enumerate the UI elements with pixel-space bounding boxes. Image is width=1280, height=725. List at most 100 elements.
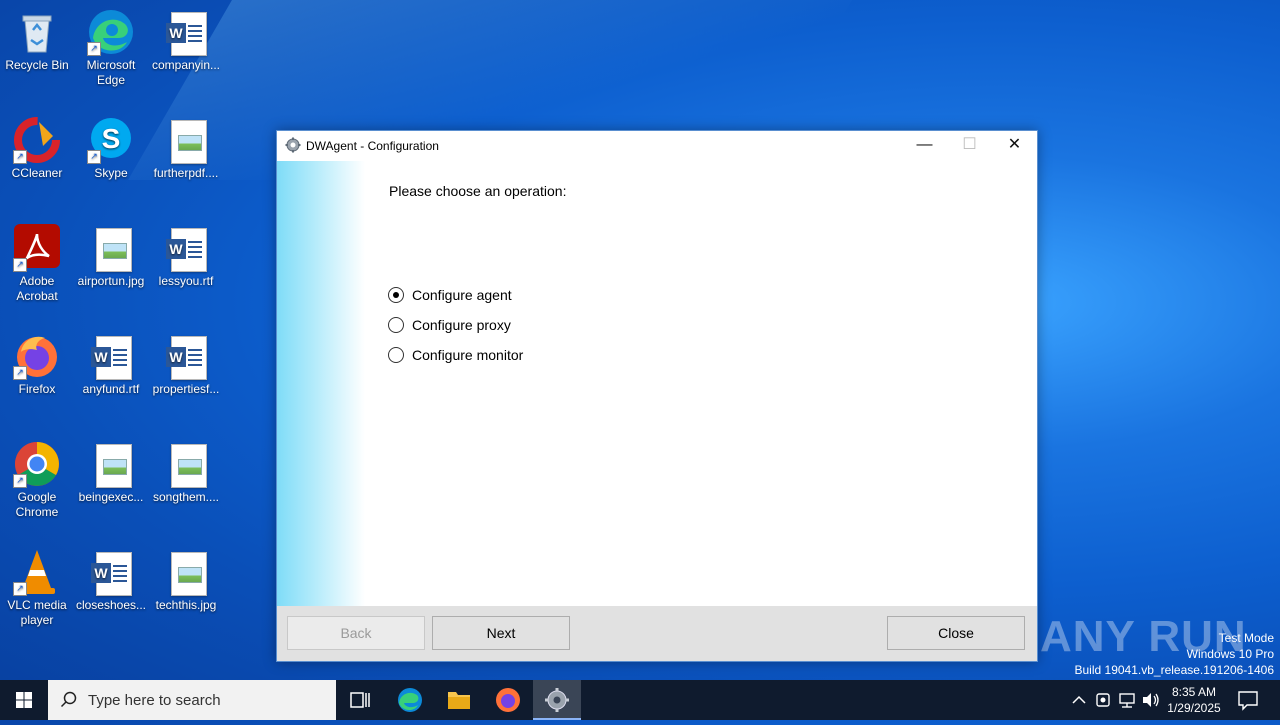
desktop-icon-google-chrome[interactable]: ↗ Google Chrome: [0, 440, 74, 520]
firefox-icon: [496, 688, 520, 712]
taskbar-clock[interactable]: 8:35 AM 1/29/2025: [1160, 684, 1228, 716]
ccleaner-icon: ↗: [13, 116, 61, 164]
operation-prompt: Please choose an operation:: [389, 183, 567, 199]
desktop-icon-label: furtherpdf....: [153, 166, 219, 180]
desktop-icon-label: propertiesf...: [152, 382, 220, 396]
next-button[interactable]: Next: [432, 616, 570, 650]
word-doc-icon: W: [87, 332, 135, 380]
word-doc-icon: W: [162, 332, 210, 380]
word-doc-icon: W: [162, 224, 210, 272]
show-hidden-icons-button[interactable]: [1068, 680, 1090, 720]
acrobat-icon: ↗: [13, 224, 61, 272]
desktop-icon-propertiesf[interactable]: W propertiesf...: [149, 332, 223, 397]
search-placeholder: Type here to search: [88, 692, 221, 709]
back-button[interactable]: Back: [287, 616, 425, 650]
desktop-icon-vlc[interactable]: ↗ VLC media player: [0, 548, 74, 628]
desktop-icon-microsoft-edge[interactable]: ↗ Microsoft Edge: [74, 8, 148, 88]
desktop-icon-airportun[interactable]: airportun.jpg: [74, 224, 148, 289]
task-view-button[interactable]: [336, 680, 384, 720]
image-file-icon: [162, 548, 210, 596]
desktop-icon-label: Adobe Acrobat: [16, 274, 58, 303]
notifications-button[interactable]: [1234, 680, 1262, 720]
window-title: DWAgent - Configuration: [306, 139, 439, 153]
desktop-icon-closeshoes[interactable]: W closeshoes...: [74, 548, 148, 613]
radio-configure-proxy[interactable]: [388, 317, 404, 333]
taskbar-firefox[interactable]: [484, 680, 532, 720]
desktop-icon-label: closeshoes...: [75, 598, 147, 612]
desktop-icon-furtherpdf[interactable]: furtherpdf....: [149, 116, 223, 181]
option-label: Configure agent: [412, 287, 512, 303]
taskbar-dwagent[interactable]: [533, 680, 581, 720]
window-titlebar[interactable]: DWAgent - Configuration — ☐ ✕: [277, 131, 1037, 161]
dialog-button-bar: Back Next Close: [277, 606, 1037, 661]
radio-configure-monitor[interactable]: [388, 347, 404, 363]
edge-icon: [398, 688, 422, 712]
volume-button[interactable]: [1140, 680, 1162, 720]
firefox-icon: ↗: [13, 332, 61, 380]
image-file-icon: [87, 224, 135, 272]
shortcut-arrow-icon: ↗: [13, 258, 27, 272]
svg-text:S: S: [102, 123, 121, 154]
skype-icon: S ↗: [87, 116, 135, 164]
minimize-button[interactable]: —: [902, 131, 947, 161]
close-window-button[interactable]: ✕: [992, 131, 1037, 161]
word-doc-icon: W: [162, 8, 210, 56]
image-file-icon: [162, 116, 210, 164]
desktop-icon-recycle-bin[interactable]: Recycle Bin: [0, 8, 74, 73]
folder-icon: [448, 692, 470, 709]
maximize-button[interactable]: ☐: [947, 131, 992, 161]
recycle-bin-icon: [13, 8, 61, 56]
desktop-icon-label: Microsoft Edge: [86, 58, 136, 87]
desktop-icon-lessyou[interactable]: W lessyou.rtf: [149, 224, 223, 289]
desktop-icon-songthem[interactable]: songthem....: [149, 440, 223, 505]
desktop-icon-companyin[interactable]: W companyin...: [149, 8, 223, 73]
network-icon: [1119, 693, 1135, 708]
radio-configure-agent[interactable]: [388, 287, 404, 303]
desktop-icon-label: beingexec...: [78, 490, 144, 504]
close-button[interactable]: Close: [887, 616, 1025, 650]
taskbar-search-box[interactable]: Type here to search: [48, 680, 336, 720]
windows-edition-line: Windows 10 Pro: [1186, 647, 1274, 661]
desktop-icon-label: techthis.jpg: [155, 598, 217, 612]
desktop-icon-skype[interactable]: S ↗ Skype: [74, 116, 148, 181]
desktop-icon-techthis[interactable]: techthis.jpg: [149, 548, 223, 613]
shortcut-arrow-icon: ↗: [13, 150, 27, 164]
desktop-icon-ccleaner[interactable]: ↗ CCleaner: [0, 116, 74, 181]
desktop-icon-firefox[interactable]: ↗ Firefox: [0, 332, 74, 397]
tray-app-button[interactable]: [1092, 680, 1114, 720]
image-file-icon: [87, 440, 135, 488]
vlc-icon: ↗: [13, 548, 61, 596]
clock-date: 1/29/2025: [1167, 701, 1221, 715]
image-file-icon: [162, 440, 210, 488]
shortcut-arrow-icon: ↗: [13, 582, 27, 596]
gear-icon: [285, 137, 301, 153]
build-line: Build 19041.vb_release.191206-1406: [1074, 663, 1275, 677]
desktop-icon-adobe-acrobat[interactable]: ↗ Adobe Acrobat: [0, 224, 74, 304]
desktop-icon-label: VLC media player: [7, 598, 67, 627]
network-button[interactable]: [1116, 680, 1138, 720]
desktop-icon-label: songthem....: [152, 490, 220, 504]
desktop-icon-label: Google Chrome: [15, 490, 59, 519]
search-icon: [60, 691, 78, 709]
clock-time: 8:35 AM: [1171, 685, 1217, 699]
test-mode-line: Test Mode: [1218, 631, 1274, 645]
chevron-up-icon: [1072, 695, 1086, 704]
taskbar-edge[interactable]: [386, 680, 434, 720]
desktop-icon-label: CCleaner: [11, 166, 63, 180]
desktop-icon-beingexec[interactable]: beingexec...: [74, 440, 148, 505]
desktop-icon-label: airportun.jpg: [77, 274, 145, 288]
shortcut-arrow-icon: ↗: [13, 474, 27, 488]
desktop-icon-label: Firefox: [18, 382, 56, 396]
shortcut-arrow-icon: ↗: [87, 150, 101, 164]
taskbar-file-explorer[interactable]: [435, 680, 483, 720]
option-label: Configure proxy: [412, 317, 511, 333]
desktop-icon-label: companyin...: [151, 58, 221, 72]
dwagent-configuration-window: DWAgent - Configuration — ☐ ✕ Please cho…: [276, 130, 1038, 662]
task-view-icon: [350, 692, 370, 708]
tray-app-icon: [1096, 693, 1110, 707]
volume-icon: [1143, 693, 1159, 707]
desktop-icon-anyfund[interactable]: W anyfund.rtf: [74, 332, 148, 397]
start-button[interactable]: [0, 680, 48, 720]
chrome-icon: ↗: [13, 440, 61, 488]
desktop-icon-label: anyfund.rtf: [82, 382, 140, 396]
